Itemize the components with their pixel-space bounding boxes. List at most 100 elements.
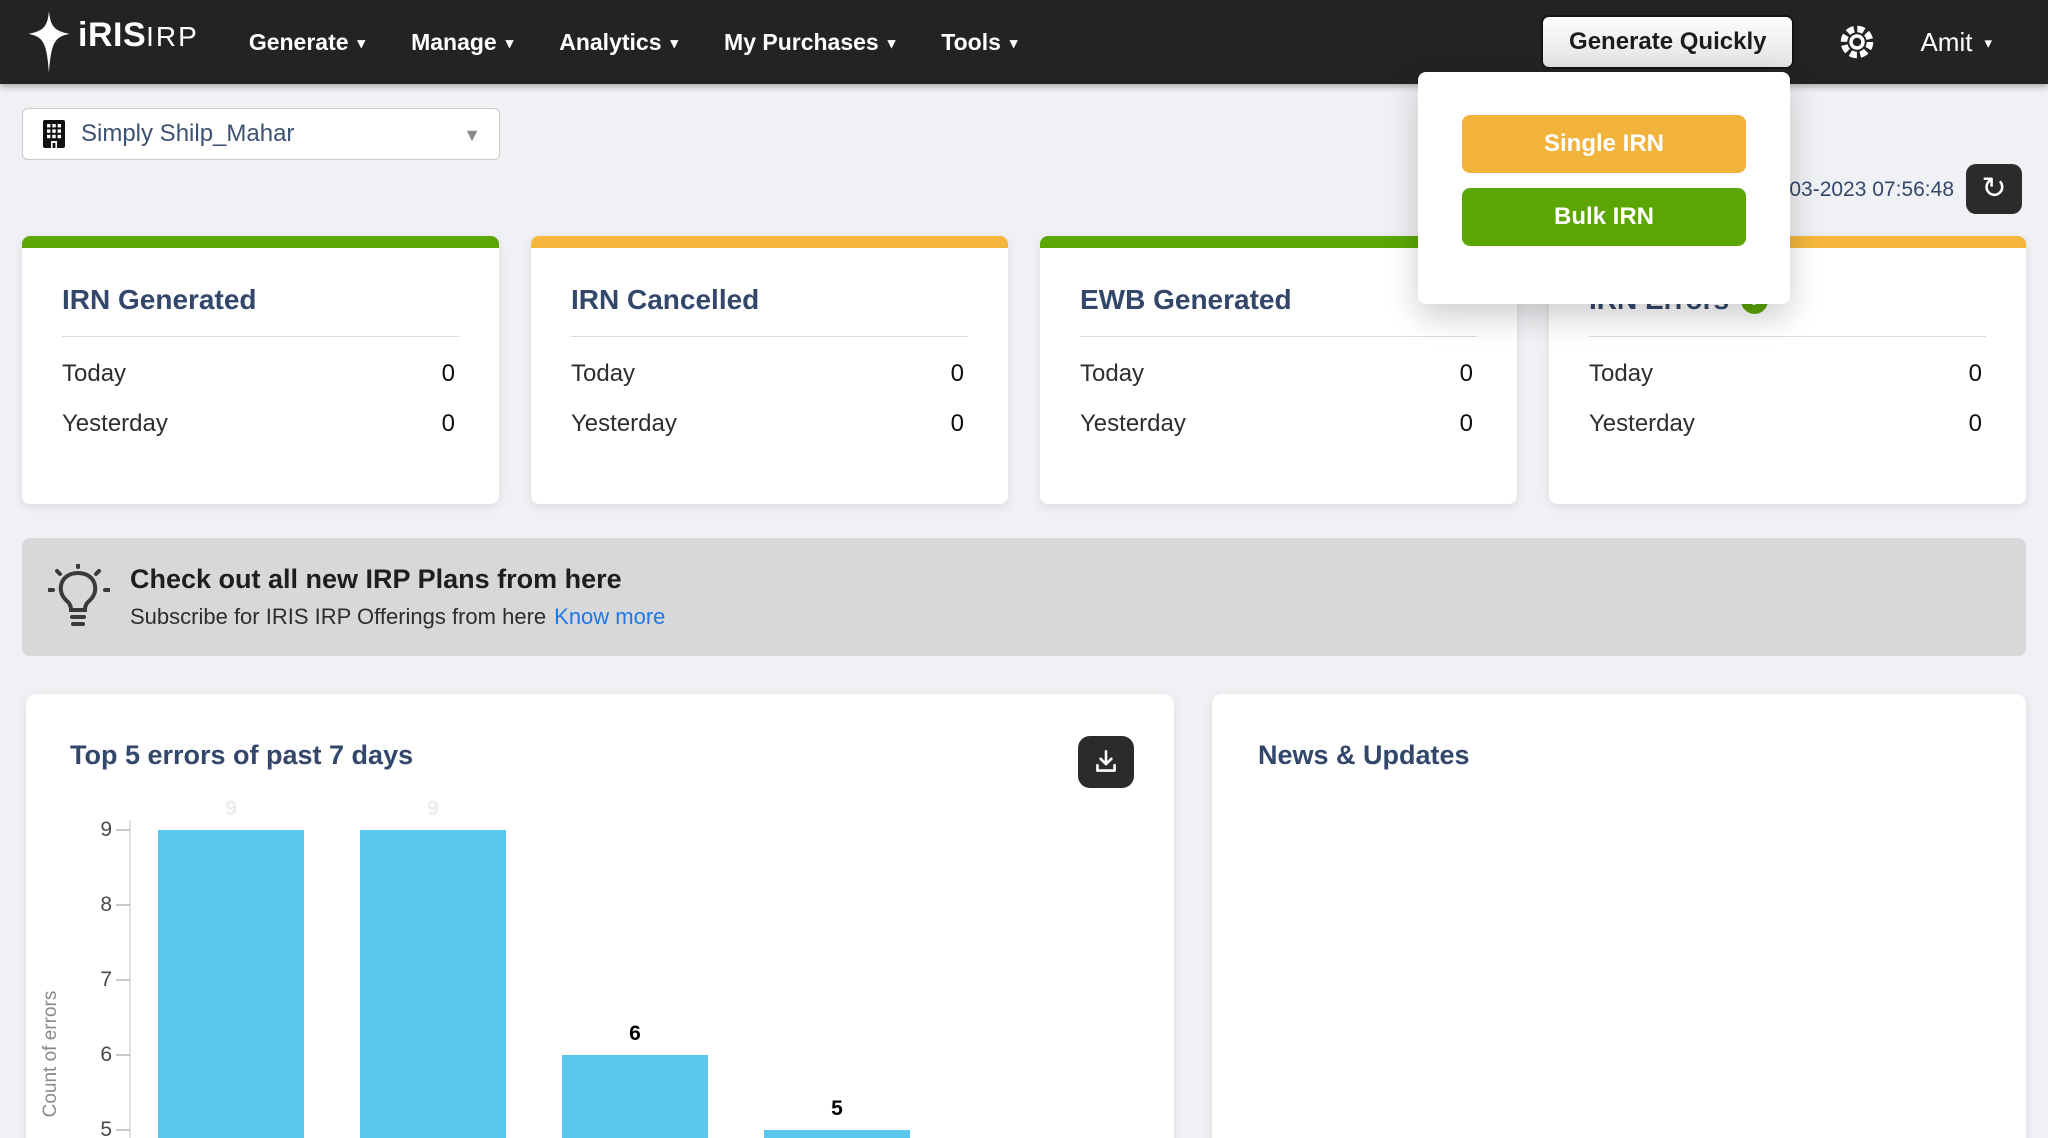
bar-value-label: 9 [360,797,506,821]
chevron-down-icon: ▼ [463,126,481,144]
stat-row-yesterday: Yesterday 0 [1080,399,1477,449]
stat-row-yesterday: Yesterday 0 [62,399,459,449]
know-more-link[interactable]: Know more [554,604,665,629]
top-errors-chart-card: Top 5 errors of past 7 days Count of err… [26,694,1174,1138]
banner-subtitle: Subscribe for IRIS IRP Offerings from he… [130,604,665,630]
stat-value: 0 [1460,410,1477,438]
bulk-irn-button[interactable]: Bulk IRN [1462,188,1746,246]
menu-label: Manage [411,29,497,56]
stat-value: 0 [442,360,459,388]
menu-item-generate[interactable]: Generate ▾ [249,29,365,56]
stat-label: Today [62,360,126,388]
news-updates-card: News & Updates [1212,694,2026,1138]
stat-row-today: Today 0 [571,349,968,399]
chevron-down-icon: ▾ [888,36,896,51]
stat-value: 0 [442,410,459,438]
y-axis-tick-label: 8 [68,893,112,917]
chevron-down-icon: ▾ [1010,36,1018,51]
chevron-down-icon: ▾ [506,36,514,51]
menu-item-manage[interactable]: Manage ▾ [411,29,513,56]
chevron-down-icon: ▾ [358,36,366,51]
user-menu[interactable]: Amit ▾ [1920,27,1992,58]
chevron-down-icon: ▾ [1984,36,1992,51]
y-axis-title: Count of errors [40,964,62,1138]
bar-value-label: 9 [158,797,304,821]
company-selector[interactable]: Simply Shilp_Mahar ▼ [22,108,500,160]
stat-row-yesterday: Yesterday 0 [1589,399,1986,449]
card-irn-generated: IRN Generated Today 0 Yesterday 0 [22,236,499,504]
card-accent-bar [22,236,499,248]
bar [360,830,506,1138]
stat-row-today: Today 0 [1589,349,1986,399]
menu-label: Tools [941,29,1001,56]
divider [1589,336,1986,337]
stat-label: Yesterday [571,410,677,438]
stat-label: Today [571,360,635,388]
stat-value: 0 [1969,410,1986,438]
building-icon [41,119,67,149]
y-axis-tick-label: 5 [68,1118,112,1138]
navbar-right: Generate Quickly Amit ▾ [1541,15,1992,69]
chevron-down-icon: ▾ [671,36,679,51]
stat-value: 0 [951,360,968,388]
user-name: Amit [1920,27,1972,58]
brand-text: iRISIRP [78,18,199,52]
refresh-button[interactable]: ↻ [1966,164,2022,214]
stat-value: 0 [1460,360,1477,388]
card-irn-cancelled: IRN Cancelled Today 0 Yesterday 0 [531,236,1008,504]
lightbulb-icon [48,564,110,630]
y-axis-tick-mark [116,1129,130,1131]
bar-value-label: 5 [764,1097,910,1121]
menu-item-analytics[interactable]: Analytics ▾ [559,29,678,56]
irp-plans-banner: Check out all new IRP Plans from here Su… [22,538,2026,656]
card-title: IRN Generated [62,284,459,316]
y-axis-tick-mark [116,979,130,981]
menu-label: My Purchases [724,29,879,56]
menu-label: Generate [249,29,349,56]
divider [1080,336,1477,337]
generate-quickly-button[interactable]: Generate Quickly [1541,15,1794,69]
stat-label: Today [1589,360,1653,388]
stat-row-yesterday: Yesterday 0 [571,399,968,449]
menu-label: Analytics [559,29,661,56]
bar [562,1055,708,1138]
menu-item-my-purchases[interactable]: My Purchases ▾ [724,29,895,56]
stat-label: Yesterday [1080,410,1186,438]
y-axis-tick-mark [116,1054,130,1056]
y-axis-tick-label: 7 [68,968,112,992]
brand-logo[interactable]: iRISIRP [26,11,199,73]
bar [764,1130,910,1138]
stat-label: Yesterday [1589,410,1695,438]
divider [571,336,968,337]
single-irn-button[interactable]: Single IRN [1462,115,1746,173]
y-axis-tick-mark [116,829,130,831]
divider [62,336,459,337]
stat-value: 0 [1969,360,1986,388]
stat-row-today: Today 0 [1080,349,1477,399]
stat-value: 0 [951,410,968,438]
dashboard-page: iRISIRP Generate ▾ Manage ▾ Analytics ▾ … [0,0,2048,1138]
menu-item-tools[interactable]: Tools ▾ [941,29,1017,56]
y-axis-tick-mark [116,904,130,906]
brand-suffix: IRP [146,21,199,52]
bar-plot: Count of errors 9 8 7 6 5 9 9 6 5 [26,694,1174,1138]
stat-label: Yesterday [62,410,168,438]
y-axis-tick-label: 6 [68,1043,112,1067]
company-selector-value: Simply Shilp_Mahar [81,120,463,148]
bar-value-label: 6 [562,1022,708,1046]
generate-quickly-popup: Single IRN Bulk IRN [1418,72,1790,304]
stat-row-today: Today 0 [62,349,459,399]
banner-subtitle-text: Subscribe for IRIS IRP Offerings from he… [130,604,546,629]
refresh-icon: ↻ [1981,174,2006,204]
bar [158,830,304,1138]
y-axis-tick-label: 9 [68,818,112,842]
news-title: News & Updates [1258,740,1470,771]
card-accent-bar [531,236,1008,248]
sparkle-star-icon [26,11,72,73]
card-title: IRN Cancelled [571,284,968,316]
stat-label: Today [1080,360,1144,388]
brand-name: iRIS [78,16,146,54]
banner-title: Check out all new IRP Plans from here [130,564,665,595]
main-menu: Generate ▾ Manage ▾ Analytics ▾ My Purch… [249,29,1018,56]
settings-gear-icon[interactable] [1836,21,1878,63]
